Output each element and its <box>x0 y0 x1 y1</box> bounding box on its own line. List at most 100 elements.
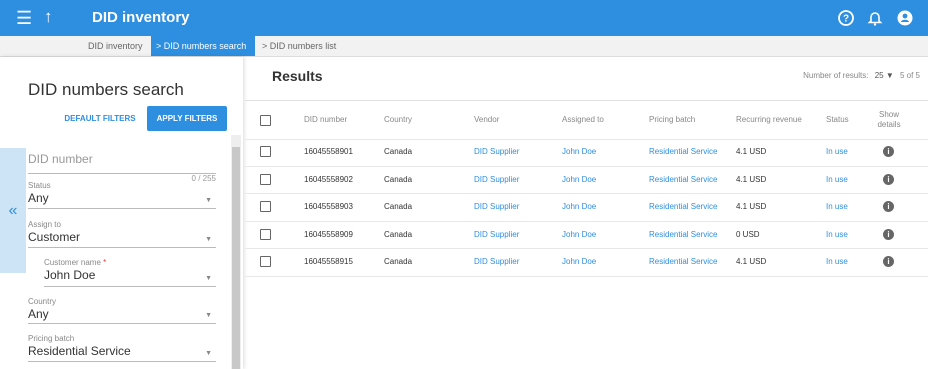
pricing-batch-link[interactable]: Residential Service <box>649 138 717 166</box>
status-label: Status <box>28 181 51 190</box>
info-icon[interactable]: i <box>883 248 894 276</box>
pricing-batch-link[interactable]: Residential Service <box>649 166 717 194</box>
svg-text:?: ? <box>843 14 849 25</box>
assigned-to-link[interactable]: John Doe <box>562 166 596 194</box>
dropdown-arrow-icon: ▼ <box>205 275 212 282</box>
breadcrumb-item-did-inventory[interactable]: DID inventory <box>88 36 148 56</box>
table-header: DID number Country Vendor Assigned to Pr… <box>245 100 928 140</box>
info-icon[interactable]: i <box>883 221 894 249</box>
info-icon[interactable]: i <box>883 193 894 221</box>
column-header[interactable]: DID number <box>304 101 347 139</box>
vendor-link[interactable]: DID Supplier <box>474 193 519 221</box>
double-chevron-left-icon: « <box>8 202 18 219</box>
breadcrumb-item-did-numbers-search[interactable]: > DID numbers search <box>151 36 255 56</box>
bell-icon[interactable] <box>866 9 884 27</box>
assign-to-label: Assign to <box>28 220 61 229</box>
breadcrumb-item-did-numbers-list[interactable]: > DID numbers list <box>258 36 352 56</box>
vendor-link[interactable]: DID Supplier <box>474 248 519 276</box>
recurring-revenue-cell: 4.1 USD <box>736 147 767 157</box>
row-checkbox[interactable] <box>260 138 271 166</box>
customer-name-label: Customer name * <box>44 258 107 267</box>
info-icon[interactable]: i <box>883 166 894 194</box>
country-cell: Canada <box>384 174 413 184</box>
chevron-right-icon: > <box>262 41 270 51</box>
row-checkbox[interactable] <box>260 248 271 276</box>
vendor-link[interactable]: DID Supplier <box>474 138 519 166</box>
column-header[interactable]: Pricing batch <box>649 101 695 139</box>
help-icon[interactable]: ? <box>837 9 855 27</box>
table-row[interactable]: 16045558901 Canada DID Supplier John Doe Res… <box>245 138 928 167</box>
row-checkbox[interactable] <box>260 221 271 249</box>
recurring-revenue-cell: 4.1 USD <box>736 174 767 184</box>
number-of-results-label: Number of results: <box>803 71 869 80</box>
did-number-field[interactable]: DID number <box>28 150 216 174</box>
arrow-up-icon[interactable]: ↑ <box>44 7 53 27</box>
select-all-checkbox[interactable] <box>260 101 271 139</box>
column-header[interactable]: Vendor <box>474 101 499 139</box>
table-row[interactable]: 16045558902 Canada DID Supplier John Doe Res… <box>245 166 928 194</box>
pricing-batch-link[interactable]: Residential Service <box>649 193 717 221</box>
breadcrumb-label: DID numbers list <box>269 41 337 51</box>
app-header: ☰ ↑ DID inventory ? <box>0 0 928 36</box>
panel-title: DID numbers search <box>28 80 184 99</box>
filter-panel: DID numbers search DEFAULT FILTERS APPLY… <box>0 57 243 369</box>
column-header[interactable]: Assigned to <box>562 101 604 139</box>
country-value: Any <box>28 307 49 321</box>
chevron-right-icon: > <box>156 41 164 51</box>
status-select[interactable]: Status Any ▼ <box>28 181 216 209</box>
country-cell: Canada <box>384 147 413 157</box>
did-number-cell: 16045558903 <box>304 202 353 212</box>
results-count: 5 of 5 <box>899 71 920 80</box>
table-row[interactable]: 16045558915 Canada DID Supplier John Doe Res… <box>245 248 928 277</box>
column-header[interactable]: Recurring revenue <box>736 101 802 139</box>
did-number-placeholder: DID number <box>28 152 93 166</box>
scrollbar-thumb[interactable] <box>232 147 240 369</box>
status-link[interactable]: In use <box>826 193 848 221</box>
dropdown-arrow-icon: ▼ <box>205 350 212 357</box>
collapse-panel-button[interactable]: « <box>0 148 26 273</box>
table-row[interactable]: 16045558909 Canada DID Supplier John Doe Res… <box>245 221 928 249</box>
country-cell: Canada <box>384 202 413 212</box>
did-number-cell: 16045558915 <box>304 257 353 267</box>
per-page-select[interactable]: 25 ▼ <box>875 71 894 80</box>
default-filters-button[interactable]: DEFAULT FILTERS <box>54 106 146 131</box>
did-number-cell: 16045558901 <box>304 147 353 157</box>
row-checkbox[interactable] <box>260 166 271 194</box>
dropdown-arrow-icon: ▼ <box>885 71 894 80</box>
assigned-to-link[interactable]: John Doe <box>562 221 596 249</box>
customer-name-select[interactable]: Customer name * John Doe ▼ <box>44 258 216 287</box>
results-title: Results <box>272 68 323 84</box>
assign-to-value: Customer <box>28 230 81 244</box>
assigned-to-link[interactable]: John Doe <box>562 248 596 276</box>
assign-to-select[interactable]: Assign to Customer ▼ <box>28 220 216 248</box>
vendor-link[interactable]: DID Supplier <box>474 166 519 194</box>
status-value: Any <box>28 191 49 205</box>
status-link[interactable]: In use <box>826 221 848 249</box>
pricing-batch-link[interactable]: Residential Service <box>649 248 717 276</box>
customer-name-value: John Doe <box>44 268 96 282</box>
status-link[interactable]: In use <box>826 138 848 166</box>
results-meta: Number of results: 25 ▼ 5 of 5 <box>803 71 920 80</box>
apply-filters-button[interactable]: APPLY FILTERS <box>147 106 227 131</box>
column-header[interactable]: Status <box>826 101 849 139</box>
account-icon[interactable] <box>896 9 914 27</box>
column-header[interactable]: Country <box>384 101 412 139</box>
pricing-batch-select[interactable]: Pricing batch Residential Service ▼ <box>28 334 216 362</box>
dropdown-arrow-icon: ▼ <box>205 236 212 243</box>
column-header[interactable]: Show details <box>875 101 903 139</box>
vendor-link[interactable]: DID Supplier <box>474 221 519 249</box>
status-link[interactable]: In use <box>826 248 848 276</box>
table-row[interactable]: 16045558903 Canada DID Supplier John Doe Res… <box>245 193 928 222</box>
country-select[interactable]: Country Any ▼ <box>28 297 216 324</box>
info-icon[interactable]: i <box>883 138 894 166</box>
pricing-batch-label: Pricing batch <box>28 334 75 343</box>
row-checkbox[interactable] <box>260 193 271 221</box>
menu-icon[interactable]: ☰ <box>16 9 32 27</box>
did-number-cell: 16045558909 <box>304 229 353 239</box>
breadcrumb-label: DID numbers search <box>163 41 247 51</box>
assigned-to-link[interactable]: John Doe <box>562 193 596 221</box>
assigned-to-link[interactable]: John Doe <box>562 138 596 166</box>
pricing-batch-link[interactable]: Residential Service <box>649 221 717 249</box>
country-cell: Canada <box>384 257 413 267</box>
status-link[interactable]: In use <box>826 166 848 194</box>
